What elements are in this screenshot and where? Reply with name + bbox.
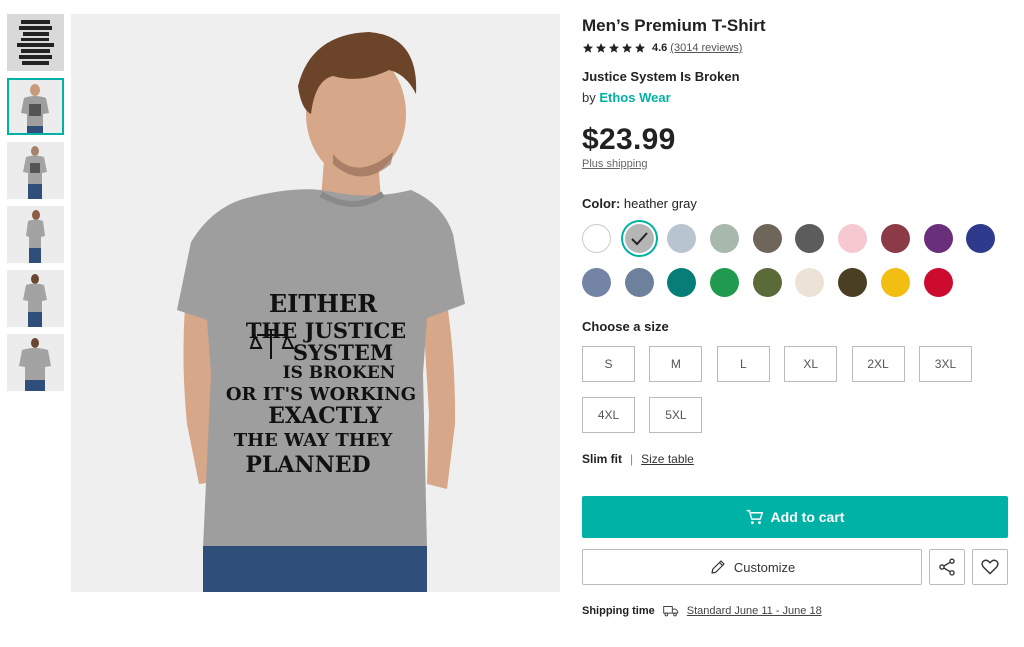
color-swatch[interactable] — [582, 224, 611, 253]
price: $23.99 — [582, 123, 676, 156]
rating-stars — [582, 42, 646, 54]
product-info: Men’s Premium T-Shirt 4.6 (3014 reviews)… — [582, 14, 1009, 617]
star-icon — [609, 43, 619, 53]
size-option-m[interactable]: M — [649, 346, 703, 382]
color-swatch[interactable] — [582, 268, 611, 297]
thumbnail-model-back[interactable] — [7, 270, 64, 327]
shipping-info-link[interactable]: Plus shipping — [582, 158, 1008, 170]
thumbnail-model-side[interactable] — [7, 206, 64, 263]
size-option-3xl[interactable]: 3XL — [918, 346, 972, 382]
size-option-4xl[interactable]: 4XL — [582, 397, 635, 433]
color-swatch[interactable] — [923, 224, 953, 253]
color-swatches — [582, 224, 1008, 297]
size-option-s[interactable]: S — [582, 346, 635, 382]
color-swatch[interactable] — [624, 268, 654, 297]
thumbnail-model-back-close[interactable] — [7, 334, 64, 391]
share-icon — [939, 558, 955, 576]
color-swatch[interactable] — [667, 224, 697, 253]
print-line-7: THE WAY THEY — [234, 430, 394, 451]
thumbnail-model-front[interactable] — [7, 78, 64, 135]
selected-color-name: heather gray — [623, 196, 697, 211]
separator: | — [630, 452, 634, 466]
color-swatch[interactable] — [880, 224, 910, 253]
design-print-image — [7, 14, 64, 71]
secondary-actions: Customize — [582, 549, 1009, 585]
thumbnail-model-front-full[interactable] — [7, 142, 64, 199]
color-swatch[interactable] — [966, 224, 996, 253]
size-option-5xl[interactable]: 5XL — [649, 397, 703, 433]
color-swatch[interactable] — [752, 268, 782, 297]
color-swatch[interactable] — [795, 224, 825, 253]
print-line-3: SYSTEM — [293, 340, 393, 365]
size-options: S M L XL 2XL 3XL 4XL 5XL — [582, 346, 1008, 433]
shirt-print-text: EITHER THE JUSTICE SYSTEM IS BROKEN OR I… — [226, 289, 416, 478]
size-option-2xl[interactable]: 2XL — [851, 346, 905, 382]
add-to-cart-label: Add to cart — [770, 509, 845, 525]
size-option-xl[interactable]: XL — [784, 346, 838, 382]
model-side-image — [7, 206, 64, 263]
color-swatch[interactable] — [624, 224, 654, 253]
color-swatch[interactable] — [752, 224, 782, 253]
star-icon — [622, 43, 632, 53]
color-swatch[interactable] — [710, 268, 740, 297]
main-product-image[interactable]: EITHER THE JUSTICE SYSTEM IS BROKEN OR I… — [71, 14, 560, 592]
shipping-time-label: Shipping time — [582, 604, 655, 617]
size-option-l[interactable]: L — [716, 346, 770, 382]
truck-icon — [662, 606, 678, 617]
rating-value: 4.6 — [652, 42, 668, 54]
color-swatch[interactable] — [923, 268, 953, 297]
model-wearing-shirt: EITHER THE JUSTICE SYSTEM IS BROKEN OR I… — [71, 14, 560, 592]
wishlist-button[interactable] — [972, 549, 1009, 585]
size-table-link[interactable]: Size table — [641, 452, 694, 466]
shipping-time-row: Shipping time Standard June 11 - June 18 — [582, 604, 1008, 617]
model-back-close-image — [7, 334, 64, 391]
customize-label: Customize — [733, 559, 796, 575]
add-to-cart-button[interactable]: Add to cart — [582, 496, 1008, 538]
model-front-image — [9, 80, 62, 133]
share-button[interactable] — [929, 549, 966, 585]
checkmark-icon — [630, 232, 648, 246]
by-text: by — [582, 90, 596, 105]
color-swatch[interactable] — [880, 268, 910, 297]
pencil-icon — [711, 560, 725, 574]
model-full-image — [7, 142, 64, 199]
product-title: Men’s Premium T-Shirt — [582, 16, 766, 35]
print-line-4: IS BROKEN — [283, 363, 396, 383]
brand-link[interactable]: Ethos Wear — [599, 90, 670, 105]
size-label: Choose a size — [582, 319, 669, 334]
thumbnail-list — [7, 14, 64, 398]
design-name: Justice System Is Broken — [582, 69, 740, 84]
print-line-6: EXACTLY — [268, 403, 382, 429]
color-swatch[interactable] — [795, 268, 825, 297]
fit-label: Slim fit — [582, 452, 623, 466]
star-icon — [583, 43, 593, 53]
fit-row: Slim fit | Size table — [582, 452, 1008, 466]
color-label-text: Color: — [582, 196, 621, 211]
reviews-link[interactable]: (3014 reviews) — [670, 42, 742, 54]
star-icon — [635, 43, 645, 53]
print-line-1: EITHER — [269, 289, 378, 318]
model-back-image — [7, 270, 64, 327]
color-swatch[interactable] — [710, 224, 740, 253]
color-swatch[interactable] — [838, 224, 868, 253]
print-line-8: PLANNED — [245, 452, 370, 478]
rating-row: 4.6 (3014 reviews) — [582, 40, 1008, 56]
byline: by Ethos Wear — [582, 89, 1008, 107]
color-swatch[interactable] — [838, 268, 868, 297]
color-swatch[interactable] — [667, 268, 697, 297]
star-icon — [596, 43, 606, 53]
heart-icon — [981, 559, 999, 575]
color-label: Color: heather gray — [582, 196, 1008, 212]
cart-icon — [746, 509, 763, 525]
customize-button[interactable]: Customize — [582, 549, 923, 585]
shipping-date-link[interactable]: Standard June 11 - June 18 — [687, 605, 822, 617]
thumbnail-design-print[interactable] — [7, 14, 64, 71]
print-line-5: OR IT'S WORKING — [226, 384, 416, 405]
